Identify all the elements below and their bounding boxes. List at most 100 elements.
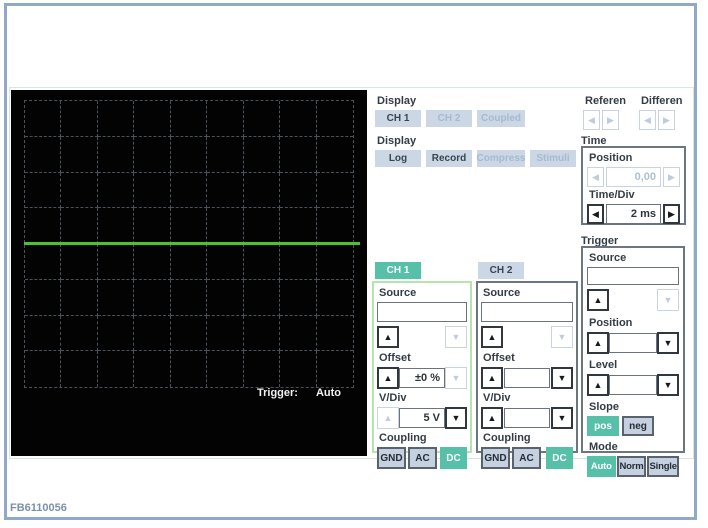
ch2-coupling-ac-button[interactable]: AC — [512, 447, 541, 469]
trigger-position-down-button[interactable]: ▼ — [657, 332, 679, 354]
trigger-position-up-button[interactable]: ▲ — [587, 332, 609, 354]
display-log-button[interactable]: Log — [375, 150, 421, 167]
time-div-decrement-button[interactable]: ◀ — [587, 204, 604, 224]
ch1-coupling-dc-button[interactable]: DC — [440, 447, 467, 469]
ch1-source-field[interactable] — [377, 302, 467, 322]
figure-id-label: FB6110056 — [10, 502, 67, 514]
trigger-level-up-button[interactable]: ▲ — [587, 374, 609, 396]
ch2-offset-down-button[interactable]: ▼ — [551, 367, 573, 389]
ch2-coupling-dc-button[interactable]: DC — [546, 447, 573, 469]
ch1-source-spinners: ▲ ▼ — [377, 326, 467, 348]
ch1-offset-down-button[interactable]: ▼ — [445, 367, 467, 389]
mode-auto-button[interactable]: Auto — [587, 456, 616, 477]
ch2-vdiv-label: V/Div — [483, 392, 511, 404]
down-arrow-icon: ▼ — [557, 331, 567, 342]
trigger-position-field[interactable] — [609, 333, 657, 353]
ch1-vdiv-down-button[interactable]: ▼ — [445, 407, 467, 429]
ch1-coupling-buttons: GND AC DC — [377, 447, 467, 469]
trigger-status-value: Auto — [315, 387, 341, 399]
time-div-field[interactable]: 2 ms — [606, 204, 661, 224]
time-position-label: Position — [589, 152, 633, 164]
trigger-level-field[interactable] — [609, 375, 657, 395]
time-position-increment-button[interactable]: ▶ — [663, 167, 680, 187]
trigger-level-label: Level — [589, 359, 618, 371]
ch2-coupling-label: Coupling — [483, 432, 531, 444]
ch2-offset-label: Offset — [483, 352, 515, 364]
trigger-slope-label: Slope — [589, 401, 619, 413]
trigger-level-down-button[interactable]: ▼ — [657, 374, 679, 396]
up-arrow-icon: ▲ — [593, 294, 603, 305]
ch2-source-down-button[interactable]: ▼ — [551, 326, 573, 348]
slope-pos-button[interactable]: pos — [587, 416, 619, 436]
ch1-coupling-gnd-button[interactable]: GND — [377, 447, 406, 469]
ch1-source-label: Source — [379, 287, 417, 299]
difference-next-button[interactable]: ▶ — [657, 110, 675, 130]
right-arrow-icon: ▶ — [607, 114, 614, 125]
difference-prev-button[interactable]: ◀ — [638, 110, 656, 130]
ch1-offset-row: ▲ ±0 % ▼ — [377, 367, 467, 389]
ch1-source-up-button[interactable]: ▲ — [377, 326, 399, 348]
ch2-offset-field[interactable] — [504, 368, 550, 388]
ch2-source-field[interactable] — [481, 302, 573, 322]
display-stimuli-button[interactable]: Stimuli — [530, 150, 576, 167]
reference-label: Referen — [585, 95, 626, 107]
up-arrow-icon: ▲ — [383, 412, 393, 423]
ch2-source-up-button[interactable]: ▲ — [481, 326, 503, 348]
ch1-vdiv-up-button[interactable]: ▲ — [377, 407, 399, 429]
display-ch1-button[interactable]: CH 1 — [375, 110, 421, 127]
up-arrow-icon: ▲ — [593, 379, 603, 390]
ch2-vdiv-down-button[interactable]: ▼ — [551, 407, 573, 429]
slope-neg-button[interactable]: neg — [622, 416, 654, 436]
ch2-vdiv-up-button[interactable]: ▲ — [481, 407, 503, 429]
ch1-source-down-button[interactable]: ▼ — [445, 326, 467, 348]
down-arrow-icon: ▼ — [451, 412, 461, 423]
up-arrow-icon: ▲ — [593, 337, 603, 348]
ch1-offset-up-button[interactable]: ▲ — [377, 367, 399, 389]
right-arrow-icon: ▶ — [668, 208, 675, 219]
display-coupled-button[interactable]: Coupled — [477, 110, 525, 127]
trigger-mode-buttons: Auto Norm Single — [587, 456, 679, 477]
display-ch2-button[interactable]: CH 2 — [426, 110, 472, 127]
ch2-select-button[interactable]: CH 2 — [478, 262, 524, 279]
ch2-vdiv-field[interactable] — [504, 408, 550, 428]
ch1-vdiv-label: V/Div — [379, 392, 407, 404]
mode-single-button[interactable]: Single — [647, 456, 679, 477]
down-arrow-icon: ▼ — [663, 337, 673, 348]
ch1-vdiv-field[interactable]: 5 V — [399, 408, 445, 428]
down-arrow-icon: ▼ — [451, 331, 461, 342]
mode-norm-button[interactable]: Norm — [616, 456, 647, 477]
difference-arrows: ◀ ▶ — [638, 110, 683, 130]
ch2-coupling-gnd-button[interactable]: GND — [481, 447, 510, 469]
down-arrow-icon: ▼ — [557, 412, 567, 423]
trigger-source-down-button[interactable]: ▼ — [657, 289, 679, 311]
channel1-trace — [24, 242, 360, 245]
trigger-source-field[interactable] — [587, 267, 679, 285]
trigger-level-row: ▲ ▼ — [587, 374, 679, 396]
reference-next-button[interactable]: ▶ — [602, 110, 619, 130]
display-compress-button[interactable]: Compress — [477, 150, 525, 167]
trigger-source-label: Source — [589, 252, 627, 264]
ch2-source-label: Source — [483, 287, 521, 299]
time-position-field[interactable]: 0,00 — [606, 167, 661, 187]
up-arrow-icon: ▲ — [487, 412, 497, 423]
time-position-row: ◀ 0,00 ▶ — [587, 167, 680, 187]
ch1-offset-field[interactable]: ±0 % — [399, 368, 445, 388]
display-channels-label: Display — [377, 95, 417, 107]
left-arrow-icon: ◀ — [644, 114, 651, 125]
reference-prev-button[interactable]: ◀ — [583, 110, 600, 130]
trigger-source-up-button[interactable]: ▲ — [587, 289, 609, 311]
time-position-decrement-button[interactable]: ◀ — [587, 167, 604, 187]
up-arrow-icon: ▲ — [383, 331, 393, 342]
up-arrow-icon: ▲ — [383, 372, 393, 383]
display-mode-buttons: Log Record Compress Stimuli — [375, 150, 576, 167]
trigger-mode-label: Mode — [589, 441, 618, 453]
left-arrow-icon: ◀ — [592, 171, 599, 182]
display-record-button[interactable]: Record — [426, 150, 472, 167]
ch2-coupling-buttons: GND AC DC — [481, 447, 573, 469]
time-div-increment-button[interactable]: ▶ — [663, 204, 680, 224]
ch2-offset-up-button[interactable]: ▲ — [481, 367, 503, 389]
left-arrow-icon: ◀ — [588, 114, 595, 125]
ch1-panel: Source ▲ ▼ Offset ▲ ±0 % ▼ V/Div ▲ 5 V ▼… — [372, 281, 472, 469]
ch1-select-button[interactable]: CH 1 — [375, 262, 421, 279]
ch1-coupling-ac-button[interactable]: AC — [408, 447, 437, 469]
